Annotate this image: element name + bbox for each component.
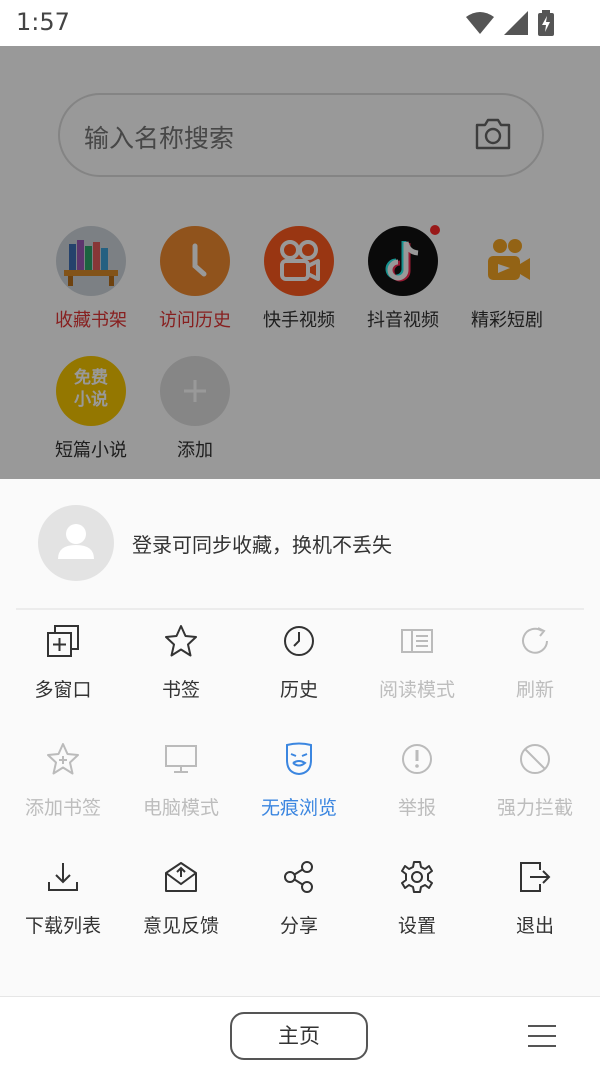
divider — [16, 608, 584, 610]
menu-label: 退出 — [515, 915, 554, 937]
menu-report[interactable]: 举报 — [358, 739, 476, 820]
menu-desktop-mode[interactable]: 电脑模式 — [122, 739, 240, 820]
menu-label: 分享 — [279, 915, 318, 937]
menu-bookmark[interactable]: 书签 — [122, 621, 240, 702]
menu-label: 强力拦截 — [496, 797, 573, 819]
menu-label: 下载列表 — [24, 915, 101, 937]
incognito-mask-icon — [286, 742, 312, 776]
menu-share[interactable]: 分享 — [240, 857, 358, 938]
multi-window-icon — [47, 625, 79, 657]
menu-refresh[interactable]: 刷新 — [476, 621, 594, 702]
menu-label: 意见反馈 — [142, 915, 219, 937]
cell-signal-icon — [504, 11, 528, 35]
download-icon — [48, 863, 78, 891]
hamburger-icon[interactable] — [528, 1025, 556, 1055]
menu-label: 举报 — [397, 797, 436, 819]
menu-history[interactable]: 历史 — [240, 621, 358, 702]
home-button[interactable]: 主页 — [230, 1012, 368, 1060]
history-icon — [284, 626, 314, 656]
status-time: 1:57 — [16, 8, 70, 36]
wifi-icon — [466, 12, 494, 34]
avatar[interactable] — [38, 505, 114, 581]
menu-label: 书签 — [161, 679, 200, 701]
menu-feedback[interactable]: 意见反馈 — [122, 857, 240, 938]
star-icon — [165, 625, 197, 657]
menu-label: 刷新 — [515, 679, 554, 701]
menu-multi-window[interactable]: 多窗口 — [4, 621, 122, 702]
menu-label: 无痕浏览 — [260, 797, 337, 819]
menu-incognito[interactable]: 无痕浏览 — [240, 739, 358, 820]
refresh-icon — [522, 627, 548, 654]
menu-reading-mode[interactable]: 阅读模式 — [358, 621, 476, 702]
status-bar: 1:57 — [0, 0, 600, 46]
exit-icon — [520, 862, 551, 892]
report-icon — [402, 744, 432, 774]
menu-downloads[interactable]: 下载列表 — [4, 857, 122, 938]
menu-exit[interactable]: 退出 — [476, 857, 594, 938]
share-icon — [284, 861, 313, 893]
battery-charging-icon — [538, 10, 554, 36]
bottom-bar: 主页 — [0, 996, 600, 1066]
user-icon — [58, 524, 94, 559]
menu-label: 电脑模式 — [142, 797, 219, 819]
menu-label: 多窗口 — [34, 679, 92, 701]
menu-label: 阅读模式 — [378, 679, 455, 701]
feedback-icon — [165, 862, 197, 892]
desktop-icon — [165, 745, 197, 773]
menu-add-bookmark[interactable]: 添加书签 — [4, 739, 122, 820]
add-bookmark-icon — [47, 743, 79, 775]
login-row[interactable]: 登录可同步收藏，换机不丢失 — [38, 505, 392, 581]
menu-label: 添加书签 — [24, 797, 101, 819]
gear-icon — [401, 861, 433, 893]
menu-label: 设置 — [397, 915, 436, 937]
menu-sheet: 登录可同步收藏，换机不丢失 多窗口 书签 历史 阅读模式 刷新 添加书签 电脑模… — [0, 479, 600, 996]
reading-mode-icon — [401, 629, 433, 653]
menu-settings[interactable]: 设置 — [358, 857, 476, 938]
menu-label: 历史 — [279, 679, 318, 701]
menu-block[interactable]: 强力拦截 — [476, 739, 594, 820]
login-prompt: 登录可同步收藏，换机不丢失 — [132, 532, 392, 557]
block-icon — [520, 744, 550, 774]
dim-overlay[interactable] — [0, 46, 600, 479]
